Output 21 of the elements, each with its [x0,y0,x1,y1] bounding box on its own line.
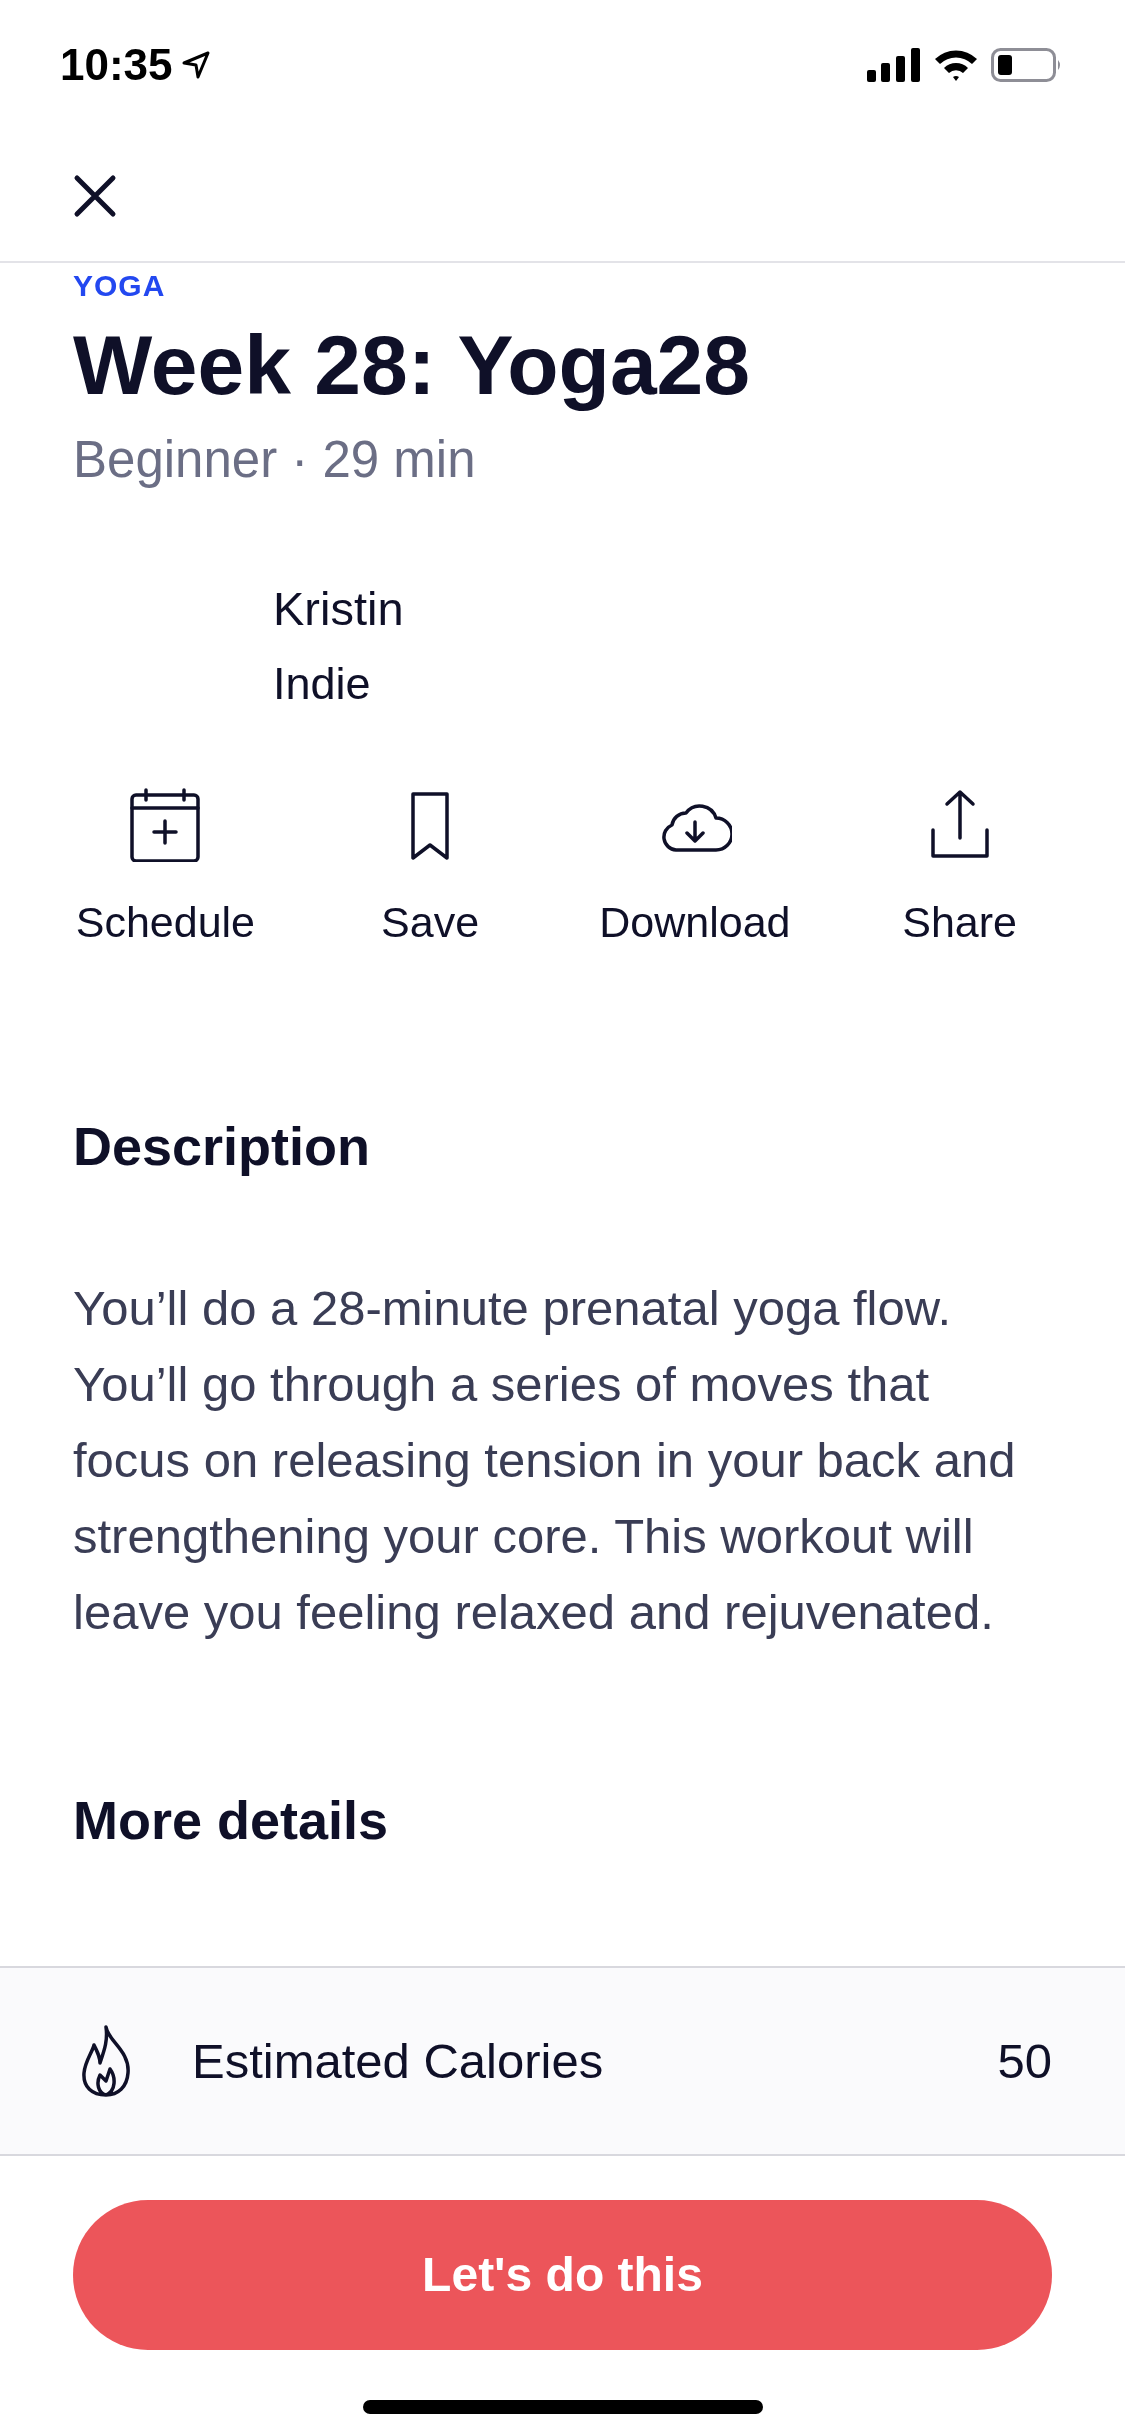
workout-title: Week 28: Yoga28 [73,317,752,414]
status-time: 10:35 [60,40,173,90]
download-button[interactable]: Download [562,788,828,947]
detail-value: 50 [997,2032,1052,2089]
schedule-button[interactable]: Schedule [33,788,298,947]
section-heading: More details [73,1788,390,1851]
location-arrow-icon [180,50,211,80]
calendar-plus-icon [128,788,203,862]
wifi-icon [933,48,979,82]
description-text: You’ll do a 28-minute prenatal yoga flow. You’ll go through a series of moves that focus on releasing tension in your back and strengthening your core. This workout will leave you feeling relaxed and rejuvenated. [73,1279,1017,1641]
signal-icon [867,48,921,82]
category-label: YOGA [73,269,167,303]
close-button[interactable] [72,172,118,219]
detail-label: Estimated Calories [192,2032,605,2089]
trainer-name: Kristin [273,581,405,636]
battery-icon [991,48,1063,82]
save-button[interactable]: Save [297,788,563,947]
trainer-team: Indie [273,658,372,710]
workout-meta: Beginner · 29 min [73,430,477,489]
section-heading: Description [73,1115,372,1177]
share-button[interactable]: Share [827,788,1092,947]
